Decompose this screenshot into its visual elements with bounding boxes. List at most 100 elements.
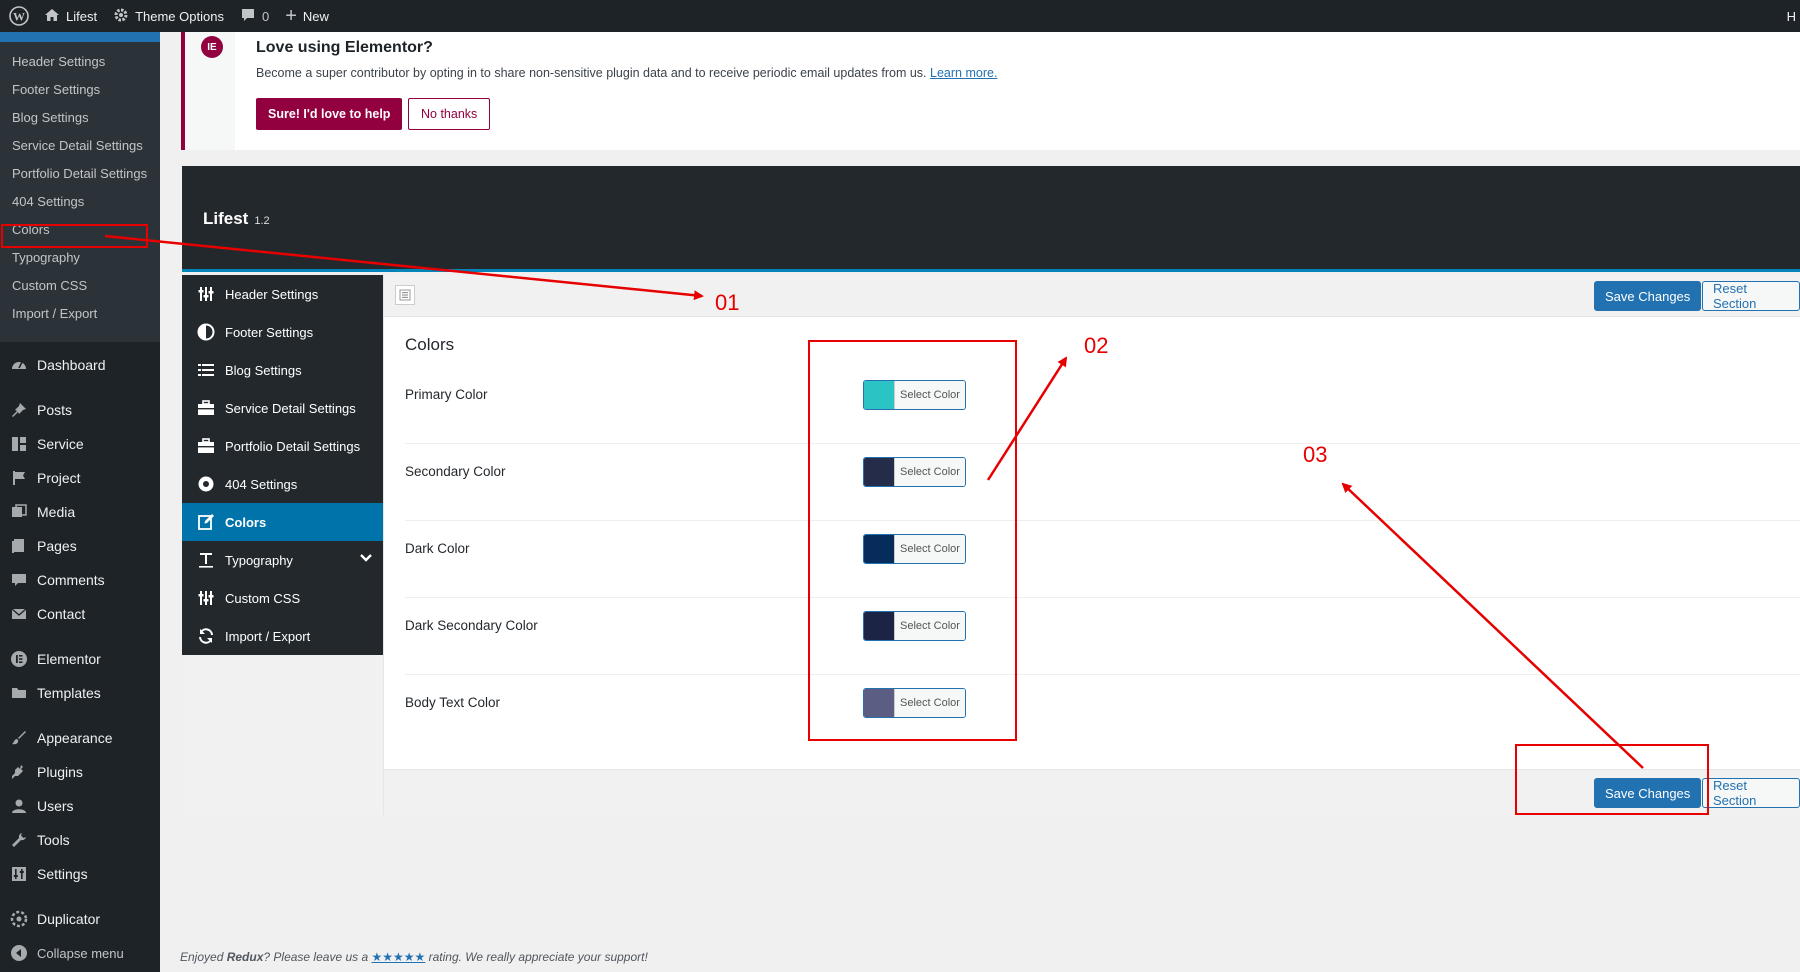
envelope-icon (10, 605, 28, 623)
redux-nav-footer-settings[interactable]: Footer Settings (182, 313, 383, 351)
submenu-custom-css[interactable]: Custom CSS (0, 272, 160, 300)
color-row-secondary: Secondary Color Select Color (405, 444, 1800, 521)
account-link[interactable]: H (1783, 0, 1800, 32)
submenu-header-settings[interactable]: Header Settings (0, 48, 160, 76)
notice-icon-column: IE (185, 32, 235, 150)
theme-options-menu-head[interactable] (0, 32, 160, 42)
folder-icon (10, 684, 28, 702)
redux-footer-note: Enjoyed Redux? Please leave us a ★★★★★ r… (180, 950, 648, 964)
annotation-number-03: 03 (1303, 442, 1328, 467)
color-label: Body Text Color (405, 695, 501, 710)
menu-comments[interactable]: Comments (0, 563, 160, 597)
paintbrush-icon (10, 729, 28, 747)
pin-icon (10, 401, 28, 419)
comments-link[interactable]: 0 (232, 0, 277, 32)
submenu-footer-settings[interactable]: Footer Settings (0, 76, 160, 104)
text-icon (197, 551, 215, 569)
color-row-primary: Primary Color Select Color (405, 367, 1800, 444)
submenu-blog-settings[interactable]: Blog Settings (0, 104, 160, 132)
redux-nav-custom-css[interactable]: Custom CSS (182, 579, 383, 617)
menu-elementor[interactable]: Elementor (0, 642, 160, 676)
submenu-import-export[interactable]: Import / Export (0, 300, 160, 328)
submenu-service-detail-settings[interactable]: Service Detail Settings (0, 132, 160, 160)
submenu-typography[interactable]: Typography (0, 244, 160, 272)
elementor-logo-icon: IE (201, 36, 223, 58)
redux-brand: Redux (226, 950, 264, 964)
menu-plugins[interactable]: Plugins (0, 755, 160, 789)
menu-service[interactable]: Service (0, 427, 160, 461)
color-label: Dark Color (405, 541, 470, 556)
optin-accept-button[interactable]: Sure! I'd love to help (256, 98, 403, 130)
save-changes-button-top[interactable]: Save Changes (1594, 281, 1702, 311)
redux-top-actions: Save Changes Reset Section (384, 275, 1800, 317)
flag-icon (10, 469, 28, 487)
color-label: Secondary Color (405, 464, 506, 479)
user-icon (10, 797, 28, 815)
collapse-menu-button[interactable]: Collapse menu (0, 936, 160, 970)
menu-templates[interactable]: Templates (0, 676, 160, 710)
grid-icon (10, 435, 28, 453)
list-icon (197, 361, 215, 379)
admin-menu: Header Settings Footer Settings Blog Set… (0, 32, 160, 972)
redux-nav-404-settings[interactable]: 404 Settings (182, 465, 383, 503)
briefcase-icon (197, 437, 215, 455)
learn-more-link[interactable]: Learn more. (930, 66, 997, 80)
redux-nav-colors[interactable]: Colors (182, 503, 383, 541)
color-label: Dark Secondary Color (405, 618, 538, 633)
menu-media[interactable]: Media (0, 495, 160, 529)
collapse-arrow-icon (10, 944, 28, 962)
color-label: Primary Color (405, 387, 488, 402)
redux-title: Lifest 1.2 (203, 209, 270, 228)
annotation-box-save-button (1515, 744, 1709, 815)
submenu-404-settings[interactable]: 404 Settings (0, 188, 160, 216)
menu-separator (0, 382, 160, 393)
plug-icon (10, 763, 28, 781)
redux-nav-typography[interactable]: Typography (182, 541, 383, 579)
theme-options-link[interactable]: Theme Options (105, 0, 232, 32)
notice-title: Love using Elementor? (256, 39, 433, 56)
duplicator-icon (10, 910, 28, 928)
menu-pages[interactable]: Pages (0, 529, 160, 563)
menu-settings[interactable]: Settings (0, 857, 160, 891)
menu-separator (0, 891, 160, 902)
edit-icon (197, 513, 215, 531)
menu-separator (0, 631, 160, 642)
plus-icon: + (285, 5, 297, 27)
optin-decline-button[interactable]: No thanks (408, 98, 491, 130)
redux-nav: Header Settings Footer Settings Blog Set… (182, 275, 383, 655)
rating-stars-link[interactable]: ★★★★★ (371, 950, 425, 964)
expand-options-icon[interactable] (395, 285, 415, 305)
admin-bar: W Lifest Theme Options 0 + New H (0, 0, 1800, 32)
redux-header: Lifest 1.2 (182, 166, 1800, 272)
reset-section-button-top[interactable]: Reset Section (1702, 281, 1800, 311)
menu-posts[interactable]: Posts (0, 393, 160, 427)
wordpress-logo-icon[interactable]: W (2, 0, 36, 32)
menu-contact[interactable]: Contact (0, 597, 160, 631)
redux-nav-import-export[interactable]: Import / Export (182, 617, 383, 655)
site-name-link[interactable]: Lifest (36, 0, 105, 32)
chevron-down-icon[interactable] (359, 551, 373, 568)
menu-users[interactable]: Users (0, 789, 160, 823)
refresh-icon (197, 627, 215, 645)
menu-tools[interactable]: Tools (0, 823, 160, 857)
gear-icon (197, 475, 215, 493)
section-title: Colors (405, 335, 455, 354)
redux-nav-blog-settings[interactable]: Blog Settings (182, 351, 383, 389)
redux-nav-portfolio-detail-settings[interactable]: Portfolio Detail Settings (182, 427, 383, 465)
redux-nav-service-detail-settings[interactable]: Service Detail Settings (182, 389, 383, 427)
redux-nav-header-settings[interactable]: Header Settings (182, 275, 383, 313)
annotation-number-02: 02 (1084, 333, 1109, 358)
menu-project[interactable]: Project (0, 461, 160, 495)
redux-sidebar: Header Settings Footer Settings Blog Set… (182, 275, 384, 815)
briefcase-icon (197, 399, 215, 417)
menu-dashboard[interactable]: Dashboard (0, 348, 160, 382)
comment-bubble-icon (10, 571, 28, 589)
new-content-link[interactable]: + New (277, 0, 337, 32)
reset-section-button-bottom[interactable]: Reset Section (1702, 778, 1800, 808)
submenu-portfolio-detail-settings[interactable]: Portfolio Detail Settings (0, 160, 160, 188)
menu-duplicator[interactable]: Duplicator (0, 902, 160, 936)
menu-appearance[interactable]: Appearance (0, 721, 160, 755)
redux-version: 1.2 (254, 215, 270, 227)
home-icon (44, 7, 60, 26)
settings-sliders-icon (10, 865, 28, 883)
